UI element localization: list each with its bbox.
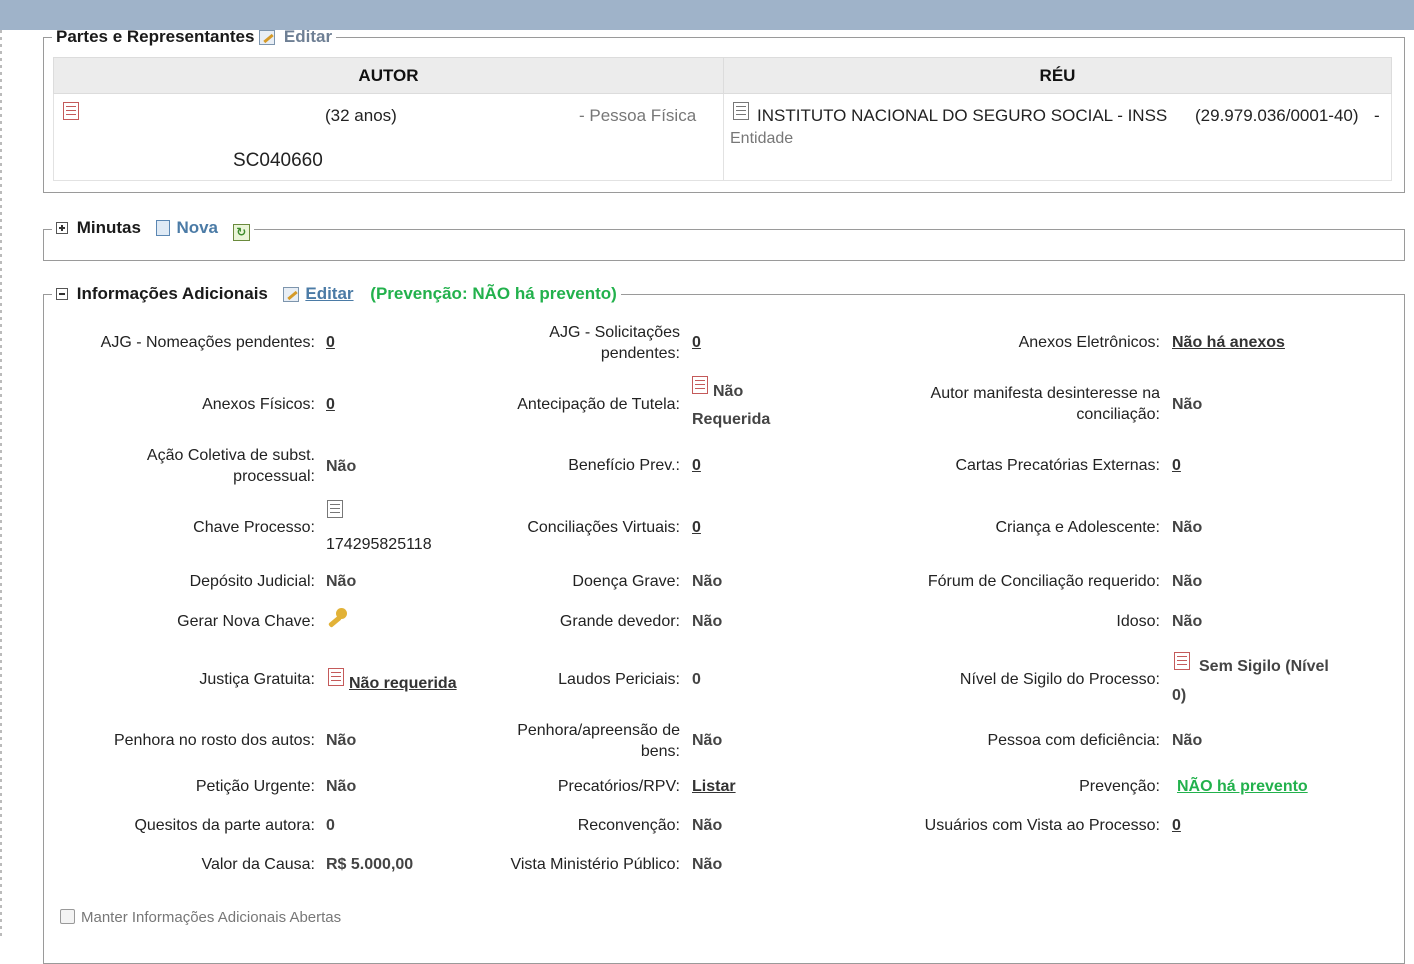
cartas-label: Cartas Precatórias Externas:	[955, 457, 1160, 474]
autor-desinteresse-label-2: conciliação:	[1076, 406, 1160, 423]
ajg-nomeacoes-label: AJG - Nomeações pendentes:	[100, 334, 315, 351]
penhora-apreensao-label-1: Penhora/apreensão de	[517, 722, 680, 739]
valor-causa-value: R$ 5.000,00	[326, 856, 414, 873]
autor-desinteresse-value: Não	[1172, 396, 1203, 413]
laudos-value: 0	[692, 671, 701, 688]
forum-value: Não	[1172, 573, 1203, 590]
sigilo-value-2: 0)	[1172, 687, 1187, 704]
penhora-rosto-value: Não	[326, 732, 357, 749]
anexos-fisicos-value[interactable]: 0	[326, 395, 335, 415]
penhora-rosto-label: Penhora no rosto dos autos:	[113, 732, 315, 749]
deposito-label: Depósito Judicial:	[189, 573, 315, 590]
usuarios-vista-value[interactable]: 0	[1172, 816, 1181, 836]
quesitos-label: Quesitos da parte autora:	[134, 817, 315, 834]
justica-label: Justiça Gratuita:	[199, 671, 315, 688]
penhora-apreensao-label-2: bens:	[640, 743, 680, 760]
precatorios-link[interactable]: Listar	[692, 777, 736, 797]
acao-coletiva-label-1: Ação Coletiva de subst.	[146, 447, 315, 464]
grande-devedor-value: Não	[692, 613, 723, 630]
sigilo-label: Nível de Sigilo do Processo:	[959, 671, 1160, 688]
card-icon[interactable]	[328, 668, 344, 686]
keep-open-row: Manter Informações Adicionais Abertas	[60, 909, 341, 926]
acao-coletiva-label-2: processual:	[233, 468, 315, 485]
deposito-value: Não	[326, 573, 357, 590]
ajg-solicitacoes-value[interactable]: 0	[692, 333, 701, 353]
keep-open-label: Manter Informações Adicionais Abertas	[81, 909, 342, 926]
antecipacao-label: Antecipação de Tutela:	[517, 396, 680, 413]
usuarios-vista-label: Usuários com Vista ao Processo:	[924, 817, 1160, 834]
anexos-eletronicos-label: Anexos Eletrônicos:	[1018, 334, 1160, 351]
anexos-eletronicos-link[interactable]: Não há anexos	[1172, 333, 1285, 353]
beneficio-label: Benefício Prev.:	[568, 457, 680, 474]
sigilo-value-1: Sem Sigilo (Nível	[1199, 658, 1329, 675]
ajg-solicitacoes-label-1: AJG - Solicitações	[549, 324, 680, 341]
cartas-value[interactable]: 0	[1172, 456, 1181, 476]
keep-open-checkbox[interactable]	[60, 909, 75, 924]
reconvencao-label: Reconvenção:	[577, 817, 680, 834]
key-icon[interactable]	[326, 608, 350, 630]
gerar-chave-label: Gerar Nova Chave:	[177, 613, 315, 630]
chave-value: 174295825118	[326, 536, 432, 553]
antecipacao-value-1: Não	[713, 383, 744, 400]
vista-mp-label: Vista Ministério Público:	[510, 856, 680, 873]
valor-causa-label: Valor da Causa:	[201, 856, 315, 873]
acao-coletiva-value: Não	[326, 458, 357, 475]
anexos-fisicos-label: Anexos Físicos:	[202, 396, 315, 413]
beneficio-value[interactable]: 0	[692, 456, 701, 476]
deficiencia-label: Pessoa com deficiência:	[987, 732, 1160, 749]
crianca-label: Criança e Adolescente:	[995, 519, 1160, 536]
vista-mp-value: Não	[692, 856, 723, 873]
peticao-value: Não	[326, 778, 357, 795]
antecipacao-value-2: Requerida	[692, 411, 771, 428]
card-icon[interactable]	[1174, 652, 1190, 670]
deficiencia-value: Não	[1172, 732, 1203, 749]
info-grid: AJG - Nomeações pendentes: 0 AJG - Solic…	[0, 0, 1414, 940]
ajg-nomeacoes-value[interactable]: 0	[326, 333, 335, 353]
conciliacoes-label: Conciliações Virtuais:	[527, 519, 680, 536]
card-icon[interactable]	[327, 500, 343, 518]
peticao-label: Petição Urgente:	[195, 778, 315, 795]
reconvencao-value: Não	[692, 817, 723, 834]
laudos-label: Laudos Periciais:	[558, 671, 680, 688]
idoso-value: Não	[1172, 613, 1203, 630]
justica-link[interactable]: Não requerida	[349, 674, 457, 694]
chave-label: Chave Processo:	[193, 519, 315, 536]
card-icon[interactable]	[692, 376, 708, 394]
prevencao-link[interactable]: NÃO há prevento	[1177, 777, 1308, 797]
doenca-label: Doença Grave:	[572, 573, 680, 590]
idoso-label: Idoso:	[1116, 613, 1160, 630]
grande-devedor-label: Grande devedor:	[559, 613, 680, 630]
crianca-value: Não	[1172, 519, 1203, 536]
conciliacoes-value[interactable]: 0	[692, 518, 701, 538]
prevencao-label: Prevenção:	[1079, 778, 1160, 795]
precatorios-label: Precatórios/RPV:	[557, 778, 680, 795]
autor-desinteresse-label-1: Autor manifesta desinteresse na	[930, 385, 1160, 402]
quesitos-value: 0	[326, 817, 335, 834]
penhora-apreensao-value: Não	[692, 732, 723, 749]
ajg-solicitacoes-label-2: pendentes:	[600, 345, 680, 362]
doenca-value: Não	[692, 573, 723, 590]
forum-label: Fórum de Conciliação requerido:	[927, 573, 1160, 590]
